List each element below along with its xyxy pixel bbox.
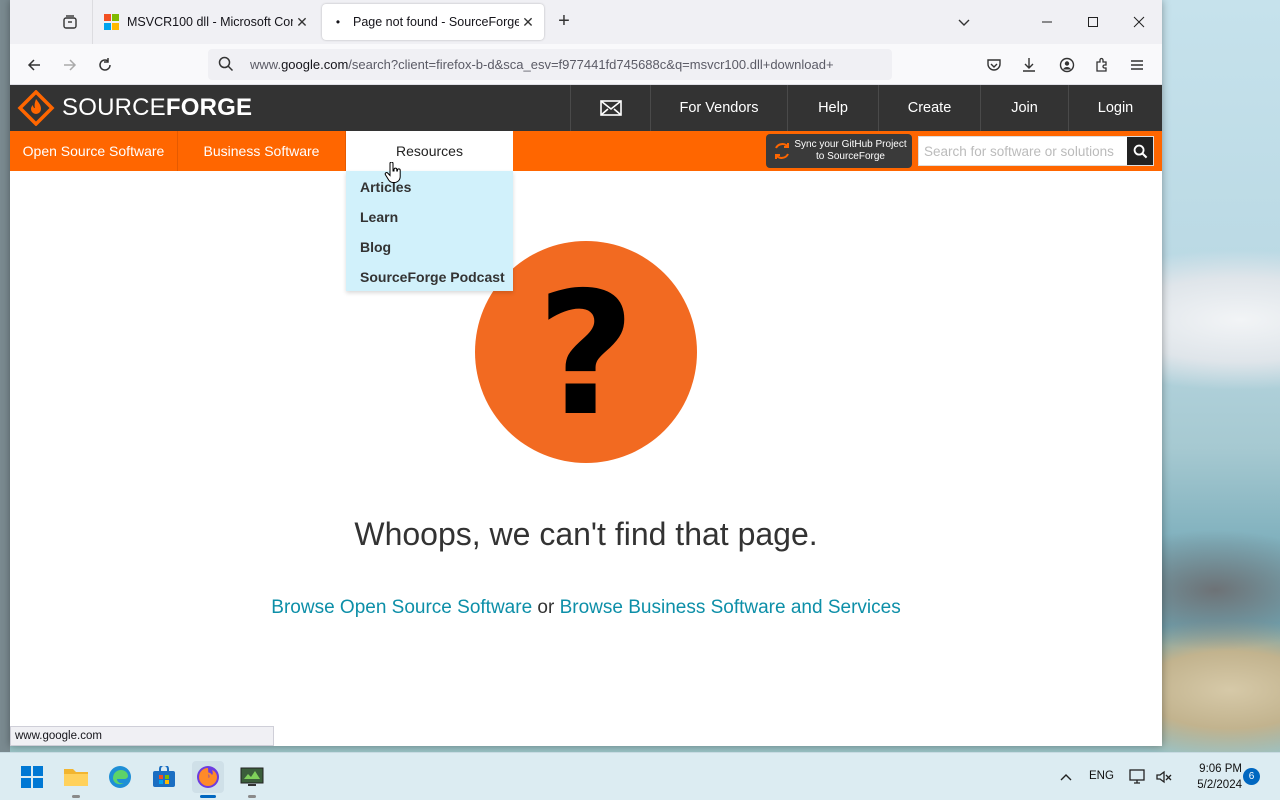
tab-bar: MSVCR100 dll - Microsoft Com ✕ • Page no… — [10, 0, 1162, 44]
chevron-up-icon[interactable] — [1058, 769, 1074, 790]
reload-icon[interactable] — [92, 52, 118, 78]
close-window-icon[interactable] — [1116, 0, 1162, 44]
store-icon[interactable] — [148, 761, 180, 793]
network-icon[interactable] — [1129, 768, 1147, 791]
download-icon[interactable] — [1017, 53, 1041, 77]
dropdown-item-learn[interactable]: Learn — [360, 209, 398, 225]
status-bar-url: www.google.com — [10, 726, 274, 746]
tab-title: MSVCR100 dll - Microsoft Com — [127, 15, 293, 29]
logo-forge-text: FORGE — [165, 94, 253, 121]
file-explorer-icon[interactable] — [60, 761, 92, 798]
hand-cursor-icon — [384, 161, 402, 189]
sourceforge-header: SOURCEFORGE For Vendors Help Create Join… — [10, 85, 1162, 131]
error-heading: Whoops, we can't find that page. — [354, 516, 818, 552]
url-prefix: www. — [250, 57, 282, 72]
category-navbar: Open Source Software Business Software R… — [10, 131, 1162, 171]
url-host: google.com — [281, 57, 349, 72]
app-icon[interactable] — [236, 761, 268, 798]
login-link[interactable]: Login — [1068, 85, 1162, 131]
loading-dot-icon: • — [335, 15, 341, 29]
edge-icon[interactable] — [104, 761, 136, 793]
clock[interactable]: 9:06 PM 5/2/2024 — [1170, 761, 1242, 793]
background-window-edge — [0, 0, 10, 752]
forward-arrow-icon[interactable] — [57, 52, 83, 78]
maximize-icon[interactable] — [1070, 0, 1116, 44]
main-content: ? Whoops, we can't find that page. Brows… — [10, 171, 1162, 726]
firefox-icon[interactable] — [192, 761, 224, 798]
resources-menu-button[interactable]: Resources — [346, 131, 513, 171]
tab-title: Page not found - SourceForge.n — [353, 15, 519, 29]
back-arrow-icon[interactable] — [21, 52, 47, 78]
resources-dropdown: Articles Learn Blog SourceForge Podcast — [346, 171, 513, 291]
tab-separator — [92, 0, 93, 44]
for-vendors-link[interactable]: For Vendors — [650, 85, 787, 131]
sourceforge-logo-icon — [17, 90, 55, 126]
search-icon — [1133, 144, 1147, 158]
account-icon[interactable] — [1055, 53, 1079, 77]
browse-open-source-link[interactable]: Browse Open Source Software — [271, 597, 532, 618]
clock-date: 5/2/2024 — [1197, 779, 1242, 791]
sync-github-button[interactable]: Sync your GitHub Project to SourceForge — [766, 134, 912, 168]
help-link[interactable]: Help — [787, 85, 878, 131]
clock-time: 9:06 PM — [1199, 763, 1242, 775]
browser-window: MSVCR100 dll - Microsoft Com ✕ • Page no… — [10, 0, 1162, 746]
browse-links: Browse Open Source Software or Browse Bu… — [10, 597, 1162, 619]
search-icon — [218, 56, 234, 77]
new-tab-button[interactable]: + — [552, 10, 576, 34]
sync-text-line1: Sync your GitHub Project — [794, 139, 907, 150]
minimize-icon[interactable] — [1024, 0, 1070, 44]
business-software-link[interactable]: Business Software — [178, 131, 346, 171]
site-search — [918, 136, 1154, 166]
language-indicator[interactable]: ENG — [1089, 770, 1114, 782]
navigation-toolbar: www.google.com/search?client=firefox-b-d… — [10, 44, 1162, 85]
browse-or-text: or — [532, 597, 560, 618]
sync-icon — [775, 143, 789, 159]
address-bar[interactable]: www.google.com/search?client=firefox-b-d… — [208, 49, 892, 80]
close-icon[interactable]: ✕ — [294, 14, 310, 30]
running-indicator — [72, 795, 80, 798]
extensions-icon[interactable] — [1090, 53, 1114, 77]
search-button[interactable] — [1127, 137, 1153, 165]
open-source-software-link[interactable]: Open Source Software — [10, 131, 178, 171]
mail-icon[interactable] — [570, 85, 650, 131]
taskbar: ENG 9:06 PM 5/2/2024 6 — [0, 752, 1280, 800]
tab-msvcr100[interactable]: MSVCR100 dll - Microsoft Com ✕ — [96, 4, 318, 40]
sync-text: Sync your GitHub Project to SourceForge — [793, 139, 912, 163]
close-icon[interactable]: ✕ — [520, 14, 536, 30]
chevron-down-icon[interactable] — [954, 12, 974, 32]
list-all-tabs-icon[interactable] — [58, 10, 82, 34]
logo-source-text: SOURCE — [62, 94, 166, 121]
notification-badge[interactable]: 6 — [1243, 768, 1260, 785]
hamburger-menu-icon[interactable] — [1125, 53, 1149, 77]
join-link[interactable]: Join — [980, 85, 1068, 131]
microsoft-icon — [104, 14, 120, 30]
active-indicator — [200, 795, 216, 798]
start-icon[interactable] — [16, 761, 48, 793]
search-input[interactable] — [919, 137, 1127, 165]
browse-business-link[interactable]: Browse Business Software and Services — [560, 597, 901, 618]
dropdown-item-blog[interactable]: Blog — [360, 239, 391, 255]
tab-sourceforge[interactable]: • Page not found - SourceForge.n ✕ — [322, 4, 544, 40]
pocket-icon[interactable] — [982, 53, 1006, 77]
logo-text: SOURCEFORGE — [62, 94, 252, 122]
create-link[interactable]: Create — [878, 85, 980, 131]
sync-text-line2: to SourceForge — [816, 151, 885, 162]
sourceforge-logo[interactable]: SOURCEFORGE — [16, 90, 252, 126]
url-path: /search?client=firefox-b-d&sca_esv=f9774… — [348, 57, 834, 72]
dropdown-item-podcast[interactable]: SourceForge Podcast — [360, 269, 505, 285]
running-indicator — [248, 795, 256, 798]
url-text[interactable]: www.google.com/search?client=firefox-b-d… — [250, 57, 886, 72]
